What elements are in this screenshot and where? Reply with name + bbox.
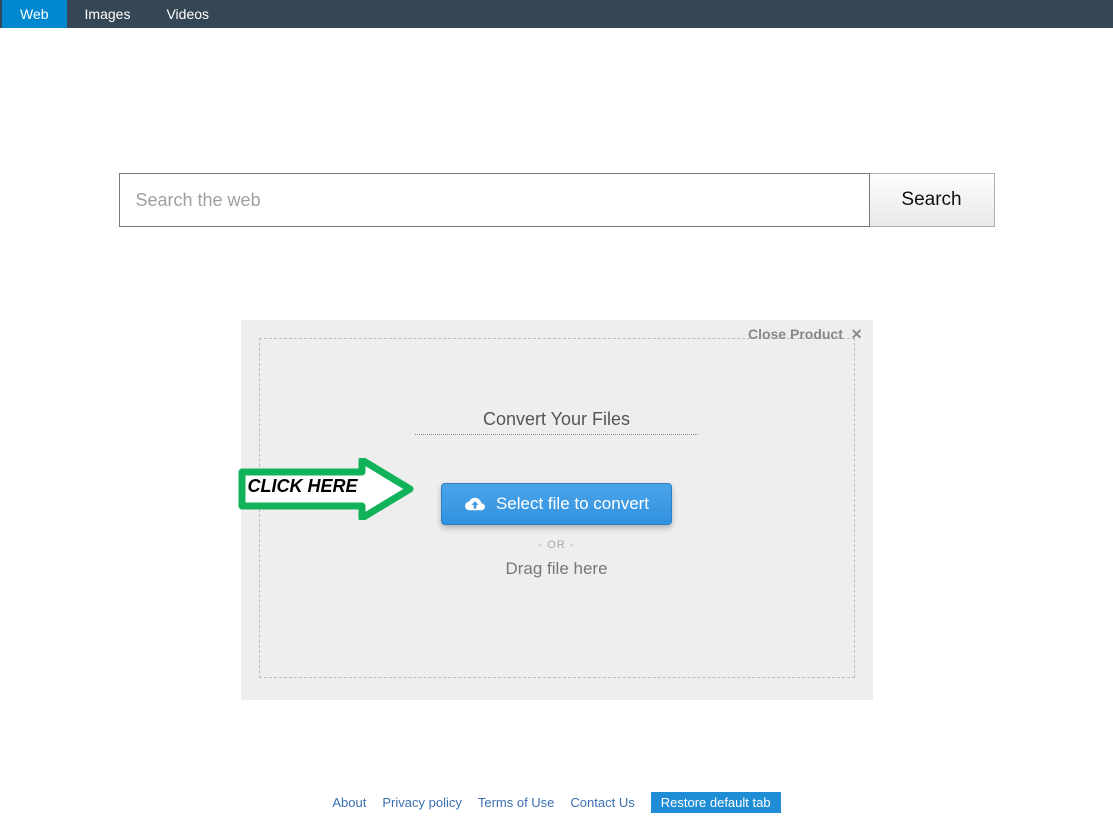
converter-panel: Close Product ✕ CLICK HERE Convert Your … (241, 320, 873, 700)
or-divider: - OR - (539, 539, 575, 551)
close-icon: ✕ (851, 326, 863, 342)
footer: About Privacy policy Terms of Use Contac… (0, 792, 1113, 813)
drag-file-label: Drag file here (505, 559, 607, 579)
search-input[interactable] (119, 173, 870, 227)
click-here-arrow: CLICK HERE (238, 458, 414, 520)
search-button[interactable]: Search (870, 173, 995, 227)
top-nav: Web Images Videos (0, 0, 1113, 28)
widget-title: Convert Your Files (415, 409, 698, 435)
select-file-button[interactable]: Select file to convert (441, 483, 672, 525)
footer-link-about[interactable]: About (332, 795, 366, 810)
restore-default-tab-button[interactable]: Restore default tab (651, 792, 781, 813)
footer-link-contact[interactable]: Contact Us (570, 795, 634, 810)
select-file-label: Select file to convert (496, 494, 649, 514)
click-here-label: CLICK HERE (248, 476, 358, 497)
close-product-link[interactable]: Close Product ✕ (748, 326, 863, 343)
footer-link-privacy[interactable]: Privacy policy (382, 795, 461, 810)
cloud-upload-icon (464, 495, 486, 513)
footer-link-terms[interactable]: Terms of Use (478, 795, 555, 810)
tab-images[interactable]: Images (67, 0, 149, 28)
close-product-label: Close Product (748, 326, 843, 342)
tab-web[interactable]: Web (2, 0, 67, 28)
search-bar: Search (119, 173, 995, 227)
tab-videos[interactable]: Videos (148, 0, 227, 28)
